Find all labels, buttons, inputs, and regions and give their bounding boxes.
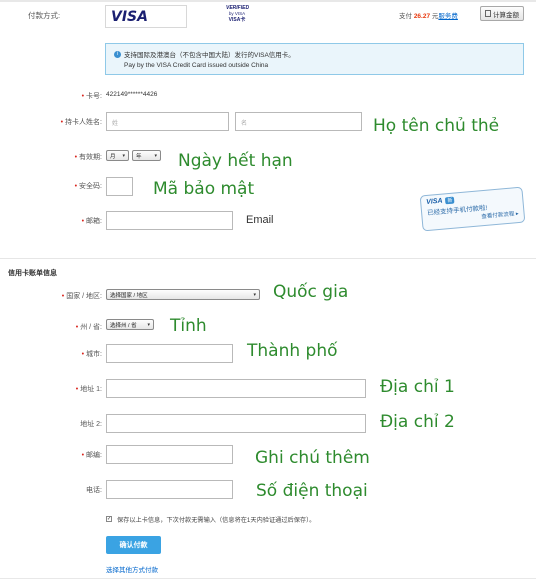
annotation-address1: Địa chỉ 1 bbox=[380, 377, 455, 397]
annotation-state: Tỉnh bbox=[170, 316, 207, 336]
notice-line-1: 支持国际及港澳台（不包含中国大陆）发行的VISA信用卡。 bbox=[124, 52, 295, 59]
city-label: • 城市: bbox=[81, 351, 102, 358]
phone-label: 电话: bbox=[86, 487, 102, 494]
card-number-value: 422149******4426 bbox=[106, 91, 158, 98]
chevron-down-icon: ▾ bbox=[154, 152, 157, 159]
address2-input[interactable] bbox=[106, 414, 366, 433]
visa-logo: VISA bbox=[105, 5, 187, 28]
chevron-down-icon: ▾ bbox=[122, 152, 125, 159]
payment-method-label: 付款方式: bbox=[28, 11, 61, 20]
annotation-city: Thành phố bbox=[247, 341, 338, 361]
state-select[interactable]: 选择州 / 省 ▾ bbox=[106, 319, 154, 330]
expiry-label: • 有效期: bbox=[74, 154, 102, 161]
zip-label: • 邮编: bbox=[81, 452, 102, 459]
card-number-label: • 卡号: bbox=[81, 93, 102, 100]
chevron-down-icon: ▾ bbox=[147, 321, 150, 328]
chevron-down-icon: ▾ bbox=[253, 291, 256, 298]
annotation-country: Quốc gia bbox=[273, 282, 349, 302]
last-name-input[interactable]: 姓 bbox=[106, 112, 229, 131]
annotation-holder-name: Họ tên chủ thẻ bbox=[373, 116, 500, 136]
address1-input[interactable] bbox=[106, 379, 366, 398]
first-name-input[interactable]: 名 bbox=[235, 112, 362, 131]
bottom-divider bbox=[0, 578, 536, 579]
expiry-year-select[interactable]: 年 ▾ bbox=[132, 150, 161, 161]
calc-amount-button[interactable]: 计算金额 bbox=[480, 6, 524, 21]
annotation-expiry: Ngày hết hạn bbox=[178, 151, 293, 171]
billing-section-title: 信用卡账单信息 bbox=[8, 270, 57, 277]
city-input[interactable] bbox=[106, 344, 233, 363]
notice-box: i 支持国际及港澳台（不包含中国大陆）发行的VISA信用卡。 Pay by th… bbox=[105, 43, 524, 75]
payment-amount: 支付 26.27 元服务费 bbox=[399, 13, 458, 20]
phone-input[interactable] bbox=[106, 480, 233, 499]
zip-input[interactable] bbox=[106, 445, 233, 464]
annotation-email: Email bbox=[246, 214, 274, 226]
section-divider bbox=[0, 258, 536, 259]
annotation-cvv: Mã bảo mật bbox=[153, 179, 255, 199]
cvv-input[interactable] bbox=[106, 177, 133, 196]
service-fee-link[interactable]: 服务费 bbox=[438, 13, 458, 20]
address2-label: 地址 2: bbox=[80, 421, 102, 428]
address1-label: • 地址 1: bbox=[75, 386, 102, 393]
calculator-icon bbox=[485, 10, 491, 17]
email-label: • 邮箱: bbox=[81, 218, 102, 225]
cardholder-label: • 持卡人姓名: bbox=[60, 119, 102, 126]
annotation-address2: Địa chỉ 2 bbox=[380, 412, 455, 432]
confirm-pay-button[interactable]: 确认付款 bbox=[106, 536, 161, 554]
verified-by-visa-logo: VERIFIED by VISA VISA卡 bbox=[226, 5, 250, 23]
mobile-pay-badge[interactable]: VISA 新 已经支持手机付款啦! 查看付款流程 ▸ bbox=[419, 186, 526, 232]
expiry-month-select[interactable]: 月 ▾ bbox=[106, 150, 129, 161]
email-input[interactable] bbox=[106, 211, 233, 230]
other-payment-methods-link[interactable]: 选择其他方式付款 bbox=[106, 564, 158, 574]
save-card-text: 保存以上卡信息，下次付款无需输入（信息将在1天内验证通过后保存）。 bbox=[117, 517, 316, 524]
cvv-label: • 安全码: bbox=[74, 183, 102, 190]
annotation-notes: Ghi chú thêm bbox=[255, 448, 370, 468]
info-icon: i bbox=[114, 50, 121, 58]
save-card-checkbox[interactable]: ✓ bbox=[106, 516, 112, 522]
country-select[interactable]: 选择国家 / 地区 ▾ bbox=[106, 289, 260, 300]
state-label: • 州 / 省: bbox=[75, 324, 102, 331]
annotation-phone: Số điện thoại bbox=[256, 481, 368, 501]
top-divider bbox=[0, 0, 536, 2]
notice-line-2: Pay by the VISA Credit Card issued outsi… bbox=[124, 62, 269, 69]
country-label: • 国家 / 地区: bbox=[61, 293, 102, 300]
